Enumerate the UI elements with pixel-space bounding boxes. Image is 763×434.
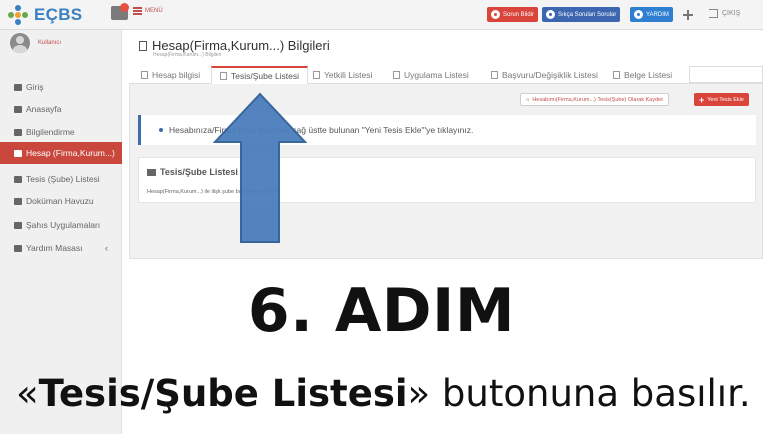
sidebar-item-dokuman-havuzu[interactable]: Doküman Havuzu xyxy=(0,190,122,212)
tab-yetkili-listesi[interactable]: Yetkili Listesi xyxy=(305,66,380,84)
caption-rest: » butonuna basılır. xyxy=(407,372,751,415)
step-caption: «Tesis/Şube Listesi» butonuna basılır. xyxy=(16,372,751,415)
sidebar-item-hesap[interactable]: Hesap (Firma,Kurum...) xyxy=(0,142,122,164)
menu-button[interactable]: MENÜ xyxy=(133,7,163,15)
sign-in-icon xyxy=(14,83,22,91)
exit-label: ÇIKIŞ xyxy=(722,10,741,17)
sidebar-item-label: Giriş xyxy=(26,82,44,92)
bullet-icon xyxy=(159,128,163,132)
hamburger-icon xyxy=(133,7,142,15)
sidebar-item-label: Hesap (Firma,Kurum...) xyxy=(26,148,115,158)
faq-label: Sıkça Sorulan Sorular xyxy=(558,11,617,18)
question-icon xyxy=(546,10,555,19)
building-icon xyxy=(139,40,147,51)
page-title: Hesap(Firma,Kurum...) Bilgileri xyxy=(152,38,330,53)
app-logo[interactable]: EÇBS xyxy=(8,5,82,25)
exit-button[interactable]: ÇIKIŞ xyxy=(709,9,740,18)
sidebar-item-label: Doküman Havuzu xyxy=(26,196,94,206)
envelope-icon xyxy=(14,244,22,252)
building-icon xyxy=(14,175,22,183)
cloud-icon xyxy=(14,221,22,229)
report-issue-button[interactable]: Sorun Bildir xyxy=(487,7,539,22)
building-icon xyxy=(14,149,22,157)
tab-label: Hesap bilgisi xyxy=(152,70,201,80)
help-icon xyxy=(634,10,643,19)
sidebar-item-bilgilendirme[interactable]: Bilgilendirme xyxy=(0,121,122,143)
users-icon xyxy=(313,71,320,79)
tab-basvuru-degisiklik-listesi[interactable]: Başvuru/Değişiklik Listesi xyxy=(483,66,606,84)
sign-out-icon xyxy=(709,9,718,18)
help-label: YARDIM xyxy=(646,11,669,18)
save-as-facility-button[interactable]: ⌂ Hesabımı(Firma,Kurum...) Tesis(Şube) O… xyxy=(520,93,669,106)
tab-label: Belge Listesi xyxy=(624,70,673,80)
sidebar-item-label: Yardım Masası xyxy=(26,243,83,253)
add-facility-label: Yeni Tesis Ekle xyxy=(707,96,744,103)
building-icon xyxy=(220,71,227,80)
sidebar-item-label: Anasayfa xyxy=(26,104,62,114)
sidebar-item-giris[interactable]: Giriş xyxy=(0,76,122,98)
chevron-left-icon: ‹ xyxy=(105,243,108,253)
home-icon xyxy=(14,105,22,113)
sidebar-item-label: Bilgilendirme xyxy=(26,127,75,137)
logo-text: EÇBS xyxy=(34,5,83,24)
add-facility-button[interactable]: + Yeni Tesis Ekle xyxy=(694,93,749,106)
tab-label: Başvuru/Değişiklik Listesi xyxy=(502,70,598,80)
caption-open-quote: « xyxy=(16,372,39,415)
home-icon: ⌂ xyxy=(526,96,530,103)
tab-label: Uygulama Listesi xyxy=(404,70,469,80)
building-icon xyxy=(141,71,148,79)
notification-badge xyxy=(120,3,129,12)
logo-icon xyxy=(8,5,28,25)
stop-icon xyxy=(491,10,500,19)
tab-tesis-sube-listesi[interactable]: Tesis/Şube Listesi xyxy=(211,66,309,84)
move-icon[interactable] xyxy=(683,10,693,20)
tab-label: Tesis/Şube Listesi xyxy=(231,70,300,81)
caption-highlight: Tesis/Şube Listesi xyxy=(38,372,408,415)
sidebar-item-anasayfa[interactable]: Anasayfa xyxy=(0,98,122,120)
help-button[interactable]: YARDIM xyxy=(630,7,673,22)
tab-bar: Hesap bilgisi Tesis/Şube Listesi Yetkili… xyxy=(129,66,763,84)
sidebar-item-label: Şahıs Uygulamaları xyxy=(26,220,101,230)
screen: EÇBS MENÜ Sorun Bildir Sıkça Sorulan Sor… xyxy=(0,0,763,434)
tab-uygulama-listesi[interactable]: Uygulama Listesi xyxy=(385,66,477,84)
plus-icon: + xyxy=(699,94,705,105)
breadcrumb: Hesap(Firma,Kurum...) Bilgileri xyxy=(153,52,222,58)
step-title: 6. ADIM xyxy=(247,276,516,346)
tab-bar-filler xyxy=(689,66,763,83)
laptop-icon xyxy=(393,71,400,79)
sidebar-item-yardim-masasi[interactable]: Yardım Masası ‹ xyxy=(0,237,122,259)
sidebar-item-sahis-uygulamalari[interactable]: Şahıs Uygulamaları xyxy=(0,214,122,236)
pointer-arrow-icon xyxy=(213,92,307,243)
faq-button[interactable]: Sıkça Sorulan Sorular xyxy=(542,7,621,22)
folder-icon xyxy=(14,197,22,205)
sidebar-item-tesis-listesi[interactable]: Tesis (Şube) Listesi xyxy=(0,168,122,190)
save-as-facility-label: Hesabımı(Firma,Kurum...) Tesis(Şube) Ola… xyxy=(532,96,663,103)
tab-label: Yetkili Listesi xyxy=(324,70,373,80)
document-icon xyxy=(613,71,620,79)
user-name: Kullanıcı xyxy=(38,40,62,46)
edit-icon xyxy=(491,71,498,79)
menu-label: MENÜ xyxy=(145,8,163,14)
home-icon xyxy=(147,168,156,176)
report-issue-label: Sorun Bildir xyxy=(503,11,535,18)
user-profile[interactable]: Kullanıcı xyxy=(10,33,61,53)
info-icon xyxy=(14,128,22,136)
tab-hesap-bilgisi[interactable]: Hesap bilgisi xyxy=(133,66,208,84)
sidebar-item-label: Tesis (Şube) Listesi xyxy=(26,174,100,184)
tab-belge-listesi[interactable]: Belge Listesi xyxy=(605,66,680,84)
top-bar: EÇBS MENÜ Sorun Bildir Sıkça Sorulan Sor… xyxy=(0,0,763,30)
avatar xyxy=(10,33,30,53)
page-header: Hesap(Firma,Kurum...) Bilgileri xyxy=(139,38,330,53)
